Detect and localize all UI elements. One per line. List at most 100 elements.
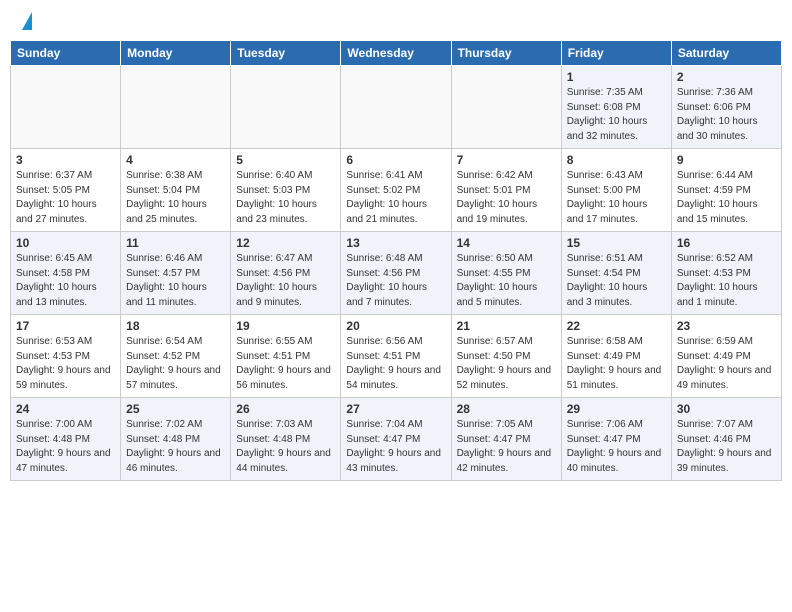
day-number: 26 xyxy=(236,402,335,416)
page-header xyxy=(10,10,782,36)
logo xyxy=(20,16,32,30)
calendar-cell: 17 Sunrise: 6:53 AM Sunset: 4:53 PM Dayli… xyxy=(11,315,121,398)
calendar-week-4: 17 Sunrise: 6:53 AM Sunset: 4:53 PM Dayli… xyxy=(11,315,782,398)
day-number: 4 xyxy=(126,153,225,167)
day-number: 13 xyxy=(346,236,445,250)
day-info: Sunrise: 6:59 AM Sunset: 4:49 PM Dayligh… xyxy=(677,335,776,393)
day-info: Sunrise: 6:48 AM Sunset: 4:56 PM Dayligh… xyxy=(346,252,445,310)
day-number: 19 xyxy=(236,319,335,333)
calendar-table: SundayMondayTuesdayWednesdayThursdayFrid… xyxy=(10,40,782,481)
day-number: 8 xyxy=(567,153,666,167)
day-info: Sunrise: 7:05 AM Sunset: 4:47 PM Dayligh… xyxy=(457,418,556,476)
calendar-week-5: 24Sunrise: 7:00 AM Sunset: 4:48 PM Dayli… xyxy=(11,398,782,481)
calendar-cell xyxy=(341,66,451,149)
calendar-cell: 18 Sunrise: 6:54 AM Sunset: 4:52 PM Dayli… xyxy=(121,315,231,398)
day-info: Sunrise: 6:55 AM Sunset: 4:51 PM Dayligh… xyxy=(236,335,335,393)
calendar-cell: 10 Sunrise: 6:45 AM Sunset: 4:58 PM Dayli… xyxy=(11,232,121,315)
day-number: 9 xyxy=(677,153,776,167)
day-info: Sunrise: 7:04 AM Sunset: 4:47 PM Dayligh… xyxy=(346,418,445,476)
calendar-cell: 13 Sunrise: 6:48 AM Sunset: 4:56 PM Dayli… xyxy=(341,232,451,315)
day-number: 11 xyxy=(126,236,225,250)
calendar-cell: 20Sunrise: 6:56 AM Sunset: 4:51 PM Dayli… xyxy=(341,315,451,398)
day-info: Sunrise: 7:07 AM Sunset: 4:46 PM Dayligh… xyxy=(677,418,776,476)
day-info: Sunrise: 6:57 AM Sunset: 4:50 PM Dayligh… xyxy=(457,335,556,393)
calendar-cell: 23 Sunrise: 6:59 AM Sunset: 4:49 PM Dayli… xyxy=(671,315,781,398)
day-number: 10 xyxy=(16,236,115,250)
weekday-header-friday: Friday xyxy=(561,41,671,66)
weekday-header-saturday: Saturday xyxy=(671,41,781,66)
day-number: 27 xyxy=(346,402,445,416)
day-info: Sunrise: 6:40 AM Sunset: 5:03 PM Dayligh… xyxy=(236,169,335,227)
calendar-cell: 25 Sunrise: 7:02 AM Sunset: 4:48 PM Dayli… xyxy=(121,398,231,481)
calendar-cell: 26 Sunrise: 7:03 AM Sunset: 4:48 PM Dayli… xyxy=(231,398,341,481)
calendar-cell: 21Sunrise: 6:57 AM Sunset: 4:50 PM Dayli… xyxy=(451,315,561,398)
weekday-header-monday: Monday xyxy=(121,41,231,66)
day-number: 20 xyxy=(346,319,445,333)
calendar-cell: 15Sunrise: 6:51 AM Sunset: 4:54 PM Dayli… xyxy=(561,232,671,315)
day-number: 14 xyxy=(457,236,556,250)
calendar-cell xyxy=(121,66,231,149)
day-info: Sunrise: 6:45 AM Sunset: 4:58 PM Dayligh… xyxy=(16,252,115,310)
calendar-cell: 11Sunrise: 6:46 AM Sunset: 4:57 PM Dayli… xyxy=(121,232,231,315)
calendar-cell xyxy=(11,66,121,149)
calendar-week-1: 1 Sunrise: 7:35 AM Sunset: 6:08 PM Daylig… xyxy=(11,66,782,149)
weekday-header-row: SundayMondayTuesdayWednesdayThursdayFrid… xyxy=(11,41,782,66)
day-info: Sunrise: 6:51 AM Sunset: 4:54 PM Dayligh… xyxy=(567,252,666,310)
day-info: Sunrise: 6:54 AM Sunset: 4:52 PM Dayligh… xyxy=(126,335,225,393)
day-number: 18 xyxy=(126,319,225,333)
calendar-cell: 28 Sunrise: 7:05 AM Sunset: 4:47 PM Dayli… xyxy=(451,398,561,481)
weekday-header-tuesday: Tuesday xyxy=(231,41,341,66)
day-number: 24 xyxy=(16,402,115,416)
day-number: 5 xyxy=(236,153,335,167)
calendar-cell: 3Sunrise: 6:37 AM Sunset: 5:05 PM Daylig… xyxy=(11,149,121,232)
calendar-cell: 14Sunrise: 6:50 AM Sunset: 4:55 PM Dayli… xyxy=(451,232,561,315)
day-info: Sunrise: 6:43 AM Sunset: 5:00 PM Dayligh… xyxy=(567,169,666,227)
calendar-cell: 5 Sunrise: 6:40 AM Sunset: 5:03 PM Daylig… xyxy=(231,149,341,232)
day-number: 6 xyxy=(346,153,445,167)
day-info: Sunrise: 6:47 AM Sunset: 4:56 PM Dayligh… xyxy=(236,252,335,310)
day-info: Sunrise: 7:06 AM Sunset: 4:47 PM Dayligh… xyxy=(567,418,666,476)
calendar-cell: 9 Sunrise: 6:44 AM Sunset: 4:59 PM Daylig… xyxy=(671,149,781,232)
day-info: Sunrise: 7:35 AM Sunset: 6:08 PM Dayligh… xyxy=(567,86,666,144)
calendar-cell: 27 Sunrise: 7:04 AM Sunset: 4:47 PM Dayli… xyxy=(341,398,451,481)
calendar-week-3: 10 Sunrise: 6:45 AM Sunset: 4:58 PM Dayli… xyxy=(11,232,782,315)
day-info: Sunrise: 6:37 AM Sunset: 5:05 PM Dayligh… xyxy=(16,169,115,227)
logo-triangle-icon xyxy=(22,12,32,30)
calendar-cell: 12 Sunrise: 6:47 AM Sunset: 4:56 PM Dayli… xyxy=(231,232,341,315)
day-info: Sunrise: 7:36 AM Sunset: 6:06 PM Dayligh… xyxy=(677,86,776,144)
day-number: 2 xyxy=(677,70,776,84)
day-number: 12 xyxy=(236,236,335,250)
calendar-cell: 1 Sunrise: 7:35 AM Sunset: 6:08 PM Daylig… xyxy=(561,66,671,149)
weekday-header-sunday: Sunday xyxy=(11,41,121,66)
day-info: Sunrise: 6:38 AM Sunset: 5:04 PM Dayligh… xyxy=(126,169,225,227)
calendar-cell: 7 Sunrise: 6:42 AM Sunset: 5:01 PM Daylig… xyxy=(451,149,561,232)
day-info: Sunrise: 6:41 AM Sunset: 5:02 PM Dayligh… xyxy=(346,169,445,227)
calendar-week-2: 3Sunrise: 6:37 AM Sunset: 5:05 PM Daylig… xyxy=(11,149,782,232)
day-number: 29 xyxy=(567,402,666,416)
calendar-cell: 4 Sunrise: 6:38 AM Sunset: 5:04 PM Daylig… xyxy=(121,149,231,232)
calendar-cell: 8 Sunrise: 6:43 AM Sunset: 5:00 PM Daylig… xyxy=(561,149,671,232)
calendar-cell xyxy=(451,66,561,149)
day-info: Sunrise: 6:42 AM Sunset: 5:01 PM Dayligh… xyxy=(457,169,556,227)
calendar-cell: 6 Sunrise: 6:41 AM Sunset: 5:02 PM Daylig… xyxy=(341,149,451,232)
day-info: Sunrise: 6:53 AM Sunset: 4:53 PM Dayligh… xyxy=(16,335,115,393)
day-number: 30 xyxy=(677,402,776,416)
calendar-cell: 29 Sunrise: 7:06 AM Sunset: 4:47 PM Dayli… xyxy=(561,398,671,481)
day-info: Sunrise: 6:44 AM Sunset: 4:59 PM Dayligh… xyxy=(677,169,776,227)
day-info: Sunrise: 7:03 AM Sunset: 4:48 PM Dayligh… xyxy=(236,418,335,476)
day-number: 17 xyxy=(16,319,115,333)
calendar-cell: 30 Sunrise: 7:07 AM Sunset: 4:46 PM Dayli… xyxy=(671,398,781,481)
day-number: 25 xyxy=(126,402,225,416)
calendar-cell: 19 Sunrise: 6:55 AM Sunset: 4:51 PM Dayli… xyxy=(231,315,341,398)
day-number: 7 xyxy=(457,153,556,167)
calendar-cell: 2 Sunrise: 7:36 AM Sunset: 6:06 PM Daylig… xyxy=(671,66,781,149)
calendar-cell: 24Sunrise: 7:00 AM Sunset: 4:48 PM Dayli… xyxy=(11,398,121,481)
day-number: 28 xyxy=(457,402,556,416)
day-info: Sunrise: 6:52 AM Sunset: 4:53 PM Dayligh… xyxy=(677,252,776,310)
day-number: 23 xyxy=(677,319,776,333)
day-info: Sunrise: 6:58 AM Sunset: 4:49 PM Dayligh… xyxy=(567,335,666,393)
day-info: Sunrise: 7:02 AM Sunset: 4:48 PM Dayligh… xyxy=(126,418,225,476)
day-number: 1 xyxy=(567,70,666,84)
day-number: 22 xyxy=(567,319,666,333)
calendar-cell: 22 Sunrise: 6:58 AM Sunset: 4:49 PM Dayli… xyxy=(561,315,671,398)
